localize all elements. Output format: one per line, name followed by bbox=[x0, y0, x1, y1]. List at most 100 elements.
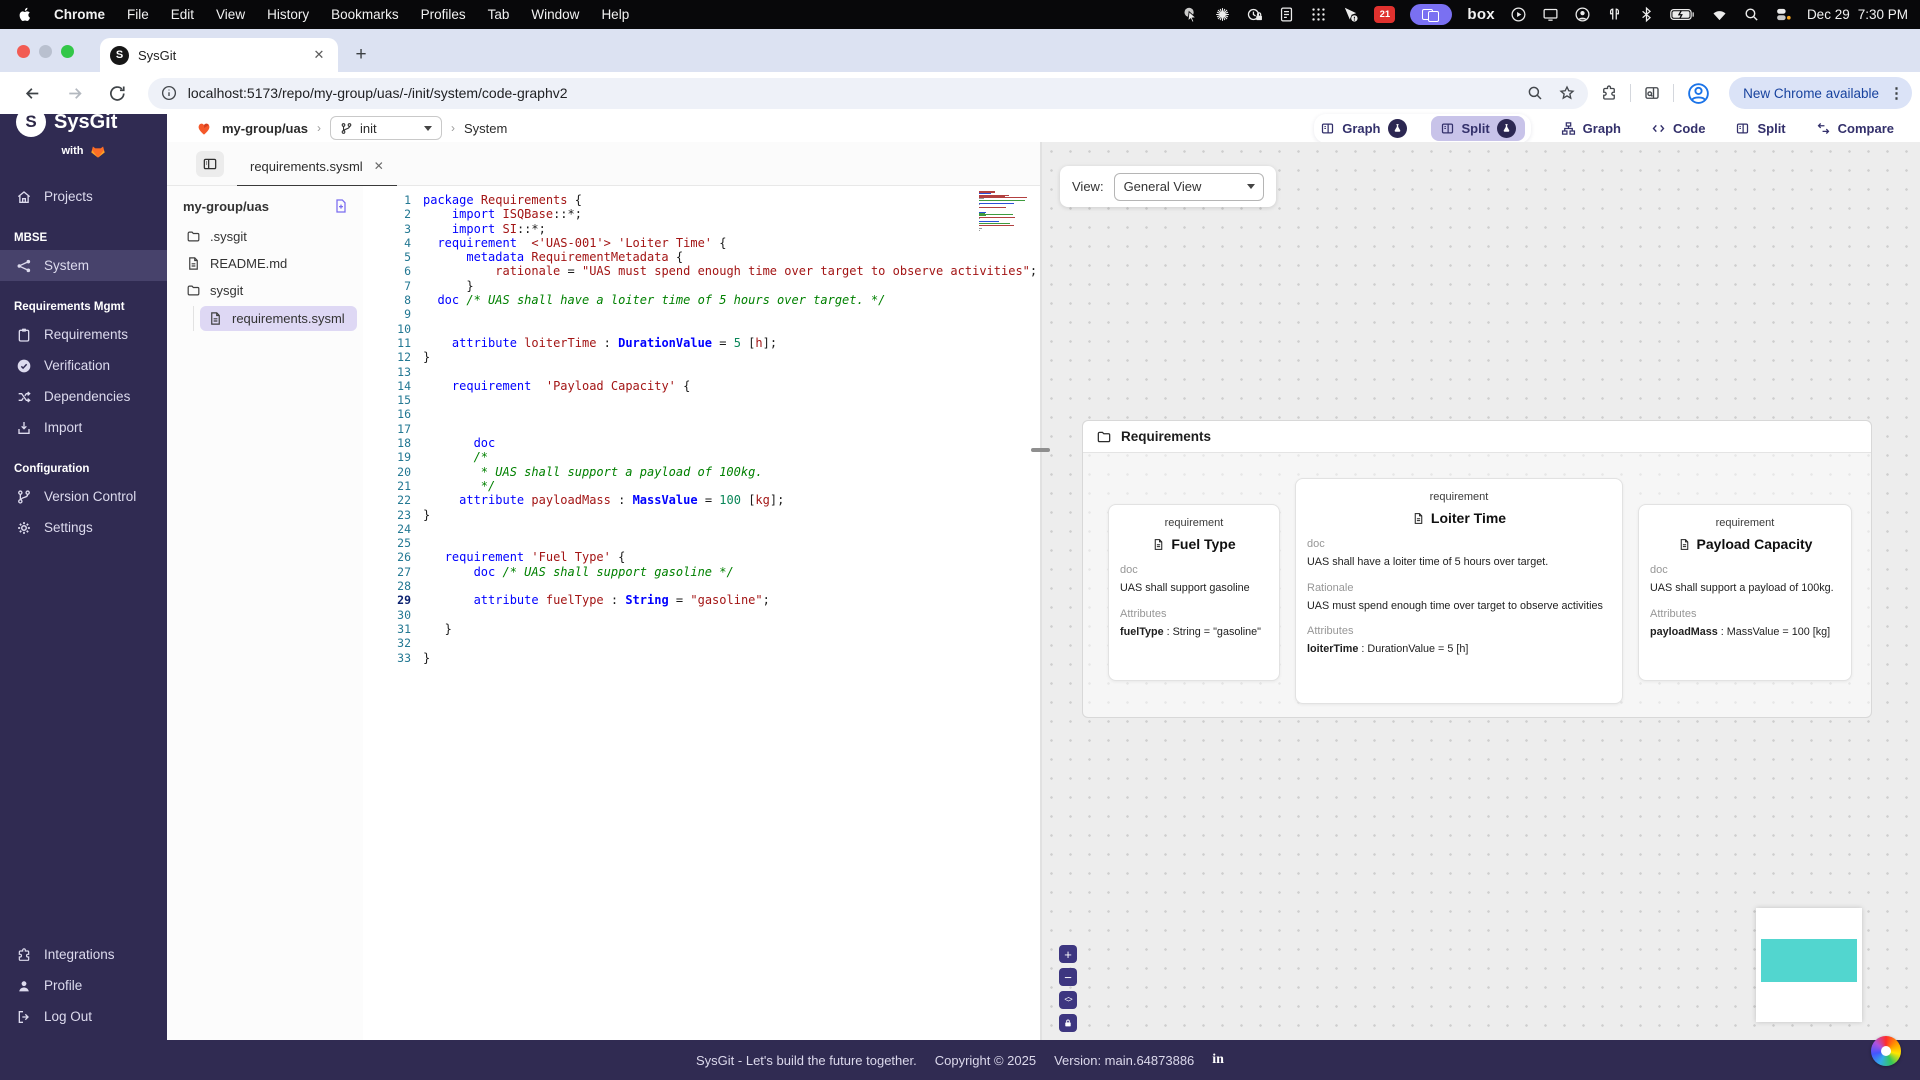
zoom-out-button[interactable]: − bbox=[1059, 968, 1077, 986]
linkedin-icon[interactable]: in bbox=[1212, 1052, 1224, 1068]
tree-item-readme-md[interactable]: README.md bbox=[167, 250, 363, 277]
new-file-icon[interactable] bbox=[333, 198, 349, 214]
graph-view-button-beta[interactable]: Graph bbox=[1320, 118, 1407, 138]
zoom-in-button[interactable]: + bbox=[1059, 945, 1077, 963]
close-window-button[interactable] bbox=[17, 45, 30, 58]
menu-help[interactable]: Help bbox=[590, 7, 640, 22]
switcher-icon bbox=[1775, 6, 1792, 23]
line-number: 4 bbox=[404, 235, 411, 250]
line-number: 15 bbox=[397, 393, 411, 408]
new-tab-button[interactable]: + bbox=[348, 42, 374, 68]
sidebar-item-label: Profile bbox=[44, 978, 83, 993]
app-header: my-group/uas › init › System Graph Split G… bbox=[167, 113, 1920, 143]
code-line: 2 import ISQBase::*; bbox=[363, 207, 1040, 221]
menu-window[interactable]: Window bbox=[520, 7, 590, 22]
sidebar-item-profile[interactable]: Profile bbox=[0, 970, 167, 1001]
browser-menu-icon[interactable]: ⋮ bbox=[1889, 84, 1904, 102]
timelock-icon bbox=[1246, 6, 1263, 23]
lock-button[interactable] bbox=[1059, 1014, 1077, 1032]
menu-history[interactable]: History bbox=[256, 7, 320, 22]
minimize-window-button[interactable] bbox=[39, 45, 52, 58]
menu-tab[interactable]: Tab bbox=[477, 7, 521, 22]
view-select[interactable]: General View bbox=[1113, 172, 1264, 201]
site-info-icon[interactable] bbox=[160, 84, 178, 102]
breadcrumb-section[interactable]: System bbox=[464, 121, 507, 136]
tab-close-icon[interactable]: ✕ bbox=[310, 46, 328, 64]
graph-minimap[interactable] bbox=[1756, 908, 1862, 1022]
code-view-button[interactable]: Code bbox=[1651, 121, 1705, 136]
zoom-icon[interactable] bbox=[1526, 84, 1544, 102]
requirement-node-fuel-type[interactable]: requirement Fuel Type doc UAS shall support… bbox=[1108, 504, 1280, 681]
code-text: import SI::*; bbox=[451, 221, 546, 236]
panel-resize-handle[interactable] bbox=[1031, 448, 1050, 452]
requirement-node-loiter-time[interactable]: requirement Loiter Time doc UAS shall have … bbox=[1295, 478, 1623, 704]
line-number: 20 bbox=[397, 464, 411, 479]
split-view-button[interactable]: Split bbox=[1735, 121, 1786, 136]
reload-icon[interactable] bbox=[107, 83, 128, 104]
browser-tab[interactable]: S SysGit ✕ bbox=[100, 38, 338, 72]
tab-close-icon[interactable]: ✕ bbox=[374, 159, 384, 173]
screen-mirroring-active-icon[interactable] bbox=[1410, 4, 1453, 25]
code-line: 31 } bbox=[363, 622, 1040, 636]
requirements-package-header[interactable]: Requirements bbox=[1083, 421, 1871, 453]
pointer-icon bbox=[1182, 6, 1199, 23]
sidebar-item-system[interactable]: System bbox=[0, 250, 167, 281]
sidebar-item-dependencies[interactable]: Dependencies bbox=[0, 381, 167, 412]
menu-file[interactable]: File bbox=[116, 7, 160, 22]
zoom-window-button[interactable] bbox=[61, 45, 74, 58]
sidebar-item-import[interactable]: Import bbox=[0, 412, 167, 443]
code-line: 8 doc /* UAS shall have a loiter time of… bbox=[363, 293, 1040, 307]
fit-view-button[interactable]: <> bbox=[1059, 991, 1077, 1009]
editor-minimap[interactable] bbox=[979, 191, 1031, 235]
menu-profiles[interactable]: Profiles bbox=[410, 7, 477, 22]
menubar-clock[interactable]: Dec 29 7:30 PM bbox=[1807, 7, 1908, 22]
back-icon[interactable] bbox=[22, 83, 43, 104]
tree-item-requirements-sysml[interactable]: requirements.sysml bbox=[200, 306, 357, 331]
menu-view[interactable]: View bbox=[205, 7, 256, 22]
line-number: 22 bbox=[397, 493, 411, 508]
code-line: 19 /* bbox=[363, 450, 1040, 464]
branch-selector[interactable]: init bbox=[329, 116, 442, 140]
chrome-update-button[interactable]: New Chrome available ⋮ bbox=[1729, 77, 1912, 109]
forward-icon[interactable] bbox=[65, 83, 86, 104]
sidebar-item-requirements[interactable]: Requirements bbox=[0, 319, 167, 350]
graph-view-button[interactable]: Graph bbox=[1561, 121, 1621, 136]
apple-icon[interactable] bbox=[18, 6, 33, 23]
sidebar-item-settings[interactable]: Settings bbox=[0, 512, 167, 543]
address-bar[interactable]: localhost:5173/repo/my-group/uas/-/init/… bbox=[147, 77, 1589, 109]
requirement-node-payload-capacity[interactable]: requirement Payload Capacity doc UAS shall … bbox=[1638, 504, 1852, 681]
line-number: 18 bbox=[397, 436, 411, 451]
explorer-toggle-button[interactable] bbox=[196, 151, 224, 177]
menu-edit[interactable]: Edit bbox=[160, 7, 205, 22]
side-panel-icon[interactable] bbox=[1643, 84, 1661, 102]
line-number: 6 bbox=[404, 264, 411, 279]
line-number: 32 bbox=[397, 636, 411, 651]
code-line: 15 bbox=[363, 393, 1040, 407]
sidebar-item-log-out[interactable]: Log Out bbox=[0, 1001, 167, 1032]
line-number: 17 bbox=[397, 421, 411, 436]
extensions-icon[interactable] bbox=[1600, 84, 1618, 102]
notification-badge-21[interactable]: 21 bbox=[1374, 6, 1396, 23]
explorer-root[interactable]: my-group/uas bbox=[167, 186, 363, 223]
hierarchy-icon bbox=[1561, 121, 1576, 136]
sidebar-item-integrations[interactable]: Integrations bbox=[0, 939, 167, 970]
graph-panel[interactable]: View: General View Requirements requirem… bbox=[1042, 142, 1920, 1040]
profile-avatar[interactable] bbox=[1686, 81, 1711, 106]
code-editor[interactable]: 1 package Requirements {2 import ISQBase:… bbox=[363, 186, 1040, 1040]
compare-view-button[interactable]: Compare bbox=[1816, 121, 1894, 136]
sidebar-item-version-control[interactable]: Version Control bbox=[0, 481, 167, 512]
tree-item-sysgit[interactable]: sysgit bbox=[167, 277, 363, 304]
breadcrumb-project[interactable]: my-group/uas bbox=[222, 121, 308, 136]
menu-chrome[interactable]: Chrome bbox=[43, 7, 116, 22]
tree-item--sysgit[interactable]: .sysgit bbox=[167, 223, 363, 250]
menu-bookmarks[interactable]: Bookmarks bbox=[320, 7, 410, 22]
editor-tab-active[interactable]: requirements.sysml ✕ bbox=[237, 147, 397, 187]
sidebar-item-projects[interactable]: Projects bbox=[0, 181, 167, 212]
bookmark-star-icon[interactable] bbox=[1558, 84, 1576, 102]
code-line: 9 bbox=[363, 307, 1040, 321]
sidebar-item-verification[interactable]: Verification bbox=[0, 350, 167, 381]
minimap-viewport[interactable] bbox=[1761, 939, 1857, 982]
line-number: 8 bbox=[404, 293, 411, 308]
box-menu-item[interactable]: box bbox=[1467, 6, 1495, 23]
split-view-button-beta[interactable]: Split bbox=[1430, 115, 1525, 141]
